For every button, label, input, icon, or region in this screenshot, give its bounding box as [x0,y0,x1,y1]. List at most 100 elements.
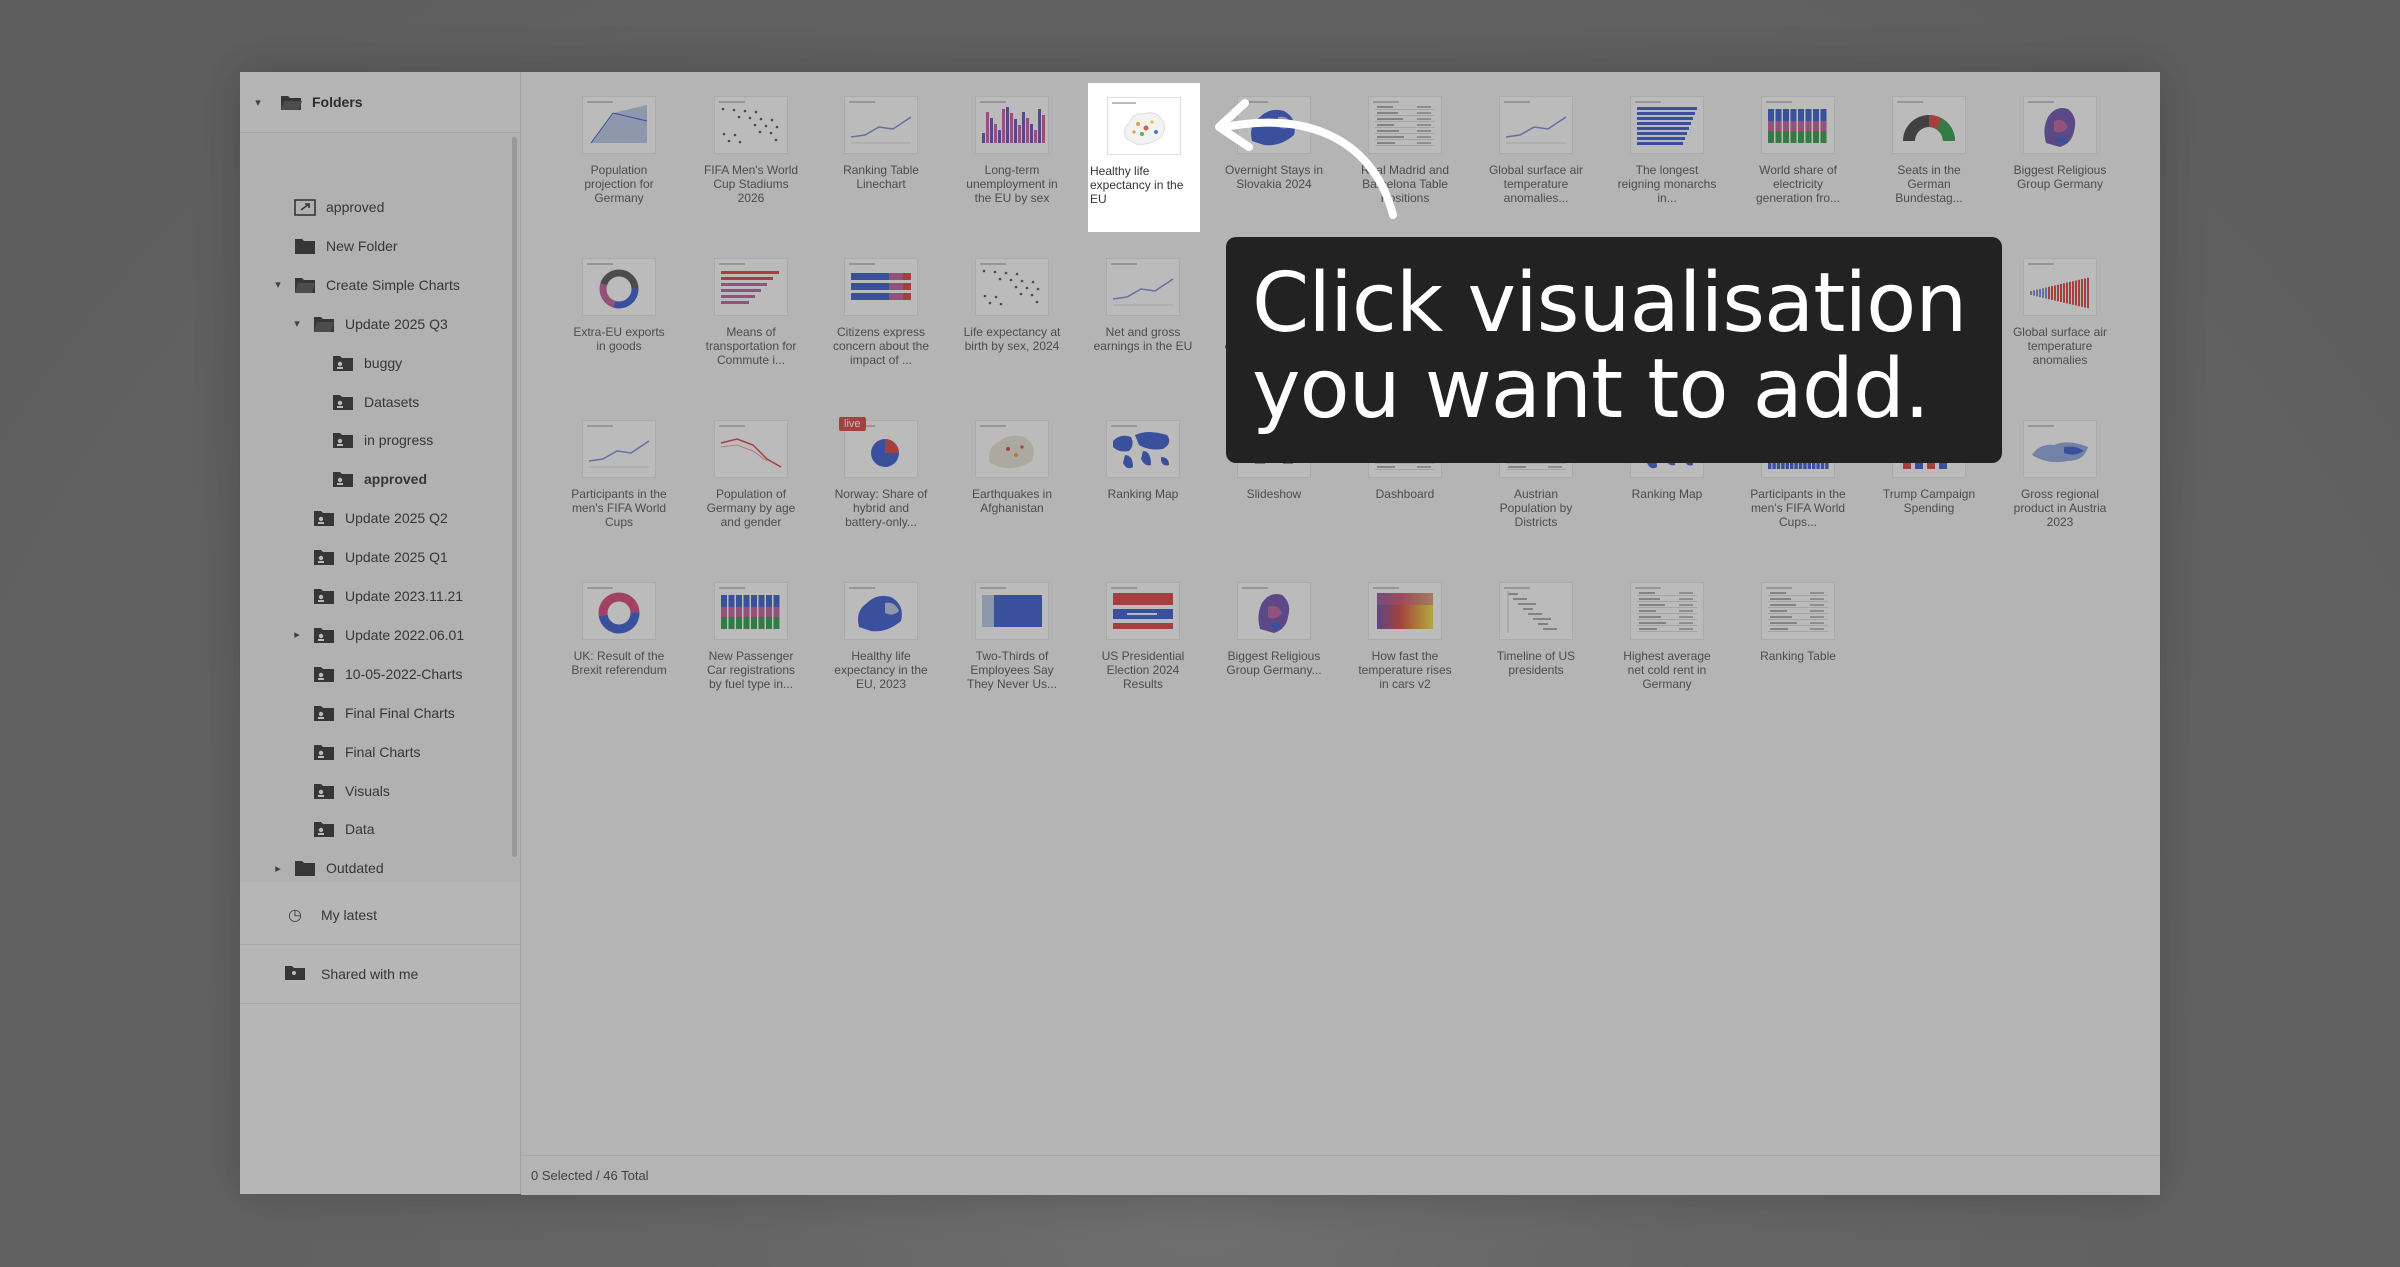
card-label: Ranking Table Linechart [843,163,919,191]
sidebar: ▾ Folders approved New Folder ▾ Create Simp… [240,72,521,1194]
card-thumbnail [582,582,656,640]
visualisation-card[interactable]: Seats in the German Bundestag... [1879,96,1979,205]
visualisation-card[interactable]: Global surface air temperature anomalies… [1486,96,1586,205]
visualisation-card[interactable]: Means of transportation for Commute i... [701,258,801,367]
card-thumbnail [582,258,656,316]
visualisation-card[interactable]: Participants in the men's FIFA World Cup… [569,420,669,529]
sidebar-item-label: Update 2025 Q1 [345,549,448,566]
team-folder-icon [313,743,335,761]
card-label: Citizens express concern about the impac… [832,325,930,367]
sidebar-item-label: Outdated [326,860,384,877]
chevron-right-icon[interactable]: ▸ [289,628,305,641]
visualisation-card[interactable]: Population projection for Germany [569,96,669,205]
shared-with-me-link[interactable]: Shared with me [240,945,520,1004]
card-label: Ranking Map [1631,487,1703,501]
sidebar-item-label: Create Simple Charts [326,276,460,293]
card-label: Ranking Table [1760,649,1836,663]
card-thumbnail [1107,97,1181,155]
visualisation-card[interactable]: Population of Germany by age and gender [701,420,801,529]
my-latest-label: My latest [321,907,378,923]
visualisation-card[interactable]: UK: Result of the Brexit referendum [569,582,669,677]
visualisation-card[interactable]: Long-term unemployment in the EU by sex [962,96,1062,205]
sidebar-item-update-2022-06-01[interactable]: ▸ Update 2022.06.01 [289,618,464,652]
card-label: Population of Germany by age and gender [706,487,796,529]
sidebar-item-update-2025-q1[interactable]: Update 2025 Q1 [289,540,448,574]
card-label: Highest average net cold rent in Germany [1623,649,1711,691]
folders-header[interactable]: ▾ Folders [240,72,520,133]
card-thumbnail [1892,96,1966,154]
card-label: Biggest Religious Group Germany... [1226,649,1322,677]
sidebar-item-visuals[interactable]: Visuals [289,774,390,808]
chevron-down-icon[interactable]: ▾ [270,278,286,291]
selection-footer: 0 Selected / 46 Total [521,1155,2160,1195]
card-label: UK: Result of the Brexit referendum [571,649,667,677]
card-label: Seats in the German Bundestag... [1895,163,1963,205]
visualisation-card[interactable]: New Passenger Car registrations by fuel … [701,582,801,691]
visualisation-card[interactable]: Timeline of US presidents [1486,582,1586,677]
visualisation-card[interactable]: Healthy life expectancy in the EU, 2023 [831,582,931,691]
team-folder-icon [313,820,335,838]
selection-status: 0 Selected / 46 Total [531,1168,649,1183]
sidebar-item-datasets[interactable]: Datasets [308,385,419,419]
card-label: Means of transportation for Commute i... [705,325,797,367]
card-thumbnail [1237,582,1311,640]
visualisation-card[interactable]: Two-Thirds of Employees Say They Never U… [962,582,1062,691]
sidebar-item-data[interactable]: Data [289,812,375,846]
visualisation-card[interactable]: Highest average net cold rent in Germany [1617,582,1717,691]
sidebar-item-label: approved [326,199,385,215]
visualisation-card[interactable]: Gross regional product in Austria 2023 [2010,420,2110,529]
sidebar-item-approved[interactable]: approved [270,190,384,224]
card-label: How fast the temperature rises in cars v… [1358,649,1452,691]
highlighted-card-healthy-life-expectancy[interactable]: Healthy life expectancy in the EU [1090,85,1198,230]
card-thumbnail [2023,258,2097,316]
visualisation-card[interactable]: Earthquakes in Afghanistan [962,420,1062,515]
sidebar-item-update-2025-q2[interactable]: Update 2025 Q2 [289,501,448,535]
tree-scrollbar[interactable] [512,137,517,857]
my-latest-link[interactable]: ◷ My latest [240,886,520,945]
sidebar-item-label: Update 2025 Q2 [345,510,448,527]
visualisation-card[interactable]: Net and gross earnings in the EU [1093,258,1193,353]
sidebar-item-final-final-charts[interactable]: Final Final Charts [289,696,455,730]
visualisation-card[interactable]: Ranking Table Linechart [831,96,931,191]
visualisation-card[interactable]: The longest reigning monarchs in... [1617,96,1717,205]
sidebar-item-create-simple-charts[interactable]: ▾ Create Simple Charts [270,268,460,302]
sidebar-item-label: 10-05-2022-Charts [345,665,463,682]
visualisation-card[interactable]: How fast the temperature rises in cars v… [1355,582,1455,691]
visualisation-card[interactable]: Extra-EU exports in goods [569,258,669,353]
chevron-down-icon[interactable]: ▾ [289,317,305,330]
visualisation-card[interactable]: US Presidential Election 2024 Results [1093,582,1193,691]
sidebar-item-update-2023-11-21[interactable]: Update 2023.11.21 [289,579,463,613]
visualisation-card[interactable]: Citizens express concern about the impac… [831,258,931,367]
folder-open-icon [280,93,302,111]
sidebar-item-update-2025-q3[interactable]: ▾ Update 2025 Q3 [289,307,448,341]
visualisation-card[interactable]: live Norway: Share of hybrid and battery-… [831,417,931,529]
sidebar-item-new-folder[interactable]: New Folder [270,229,398,263]
card-thumbnail [1106,258,1180,316]
visualisation-card[interactable]: Ranking Table [1748,582,1848,663]
sidebar-item-in-progress[interactable]: in progress [308,423,433,457]
visualisation-card[interactable]: Life expectancy at birth by sex, 2024 [962,258,1062,353]
visualisation-card[interactable]: Global surface air temperature anomalies [2010,258,2110,367]
sidebar-item-10-05-2022-charts[interactable]: 10-05-2022-Charts [289,657,463,691]
sidebar-item-label: New Folder [326,237,398,254]
card-thumbnail [2023,96,2097,154]
team-folder-icon [332,393,354,411]
sidebar-item-outdated[interactable]: ▸ Outdated [270,851,384,882]
sidebar-item-final-charts[interactable]: Final Charts [289,735,420,769]
visualisation-card[interactable]: Biggest Religious Group Germany... [1224,582,1324,677]
card-label: Dashboard [1375,487,1435,501]
card-thumbnail [714,258,788,316]
card-thumbnail [1499,96,1573,154]
sidebar-item-buggy[interactable]: buggy [308,346,402,380]
visualisation-card[interactable]: World share of electricity generation fr… [1748,96,1848,205]
card-label: Long-term unemployment in the EU by sex [966,163,1058,205]
visualisation-card[interactable]: Biggest Religious Group Germany [2010,96,2110,191]
sidebar-item-label: in progress [364,432,434,449]
card-thumbnail [582,96,656,154]
visualisation-card[interactable]: Ranking Map [1093,420,1193,501]
visualisation-card[interactable]: FIFA Men's World Cup Stadiums 2026 [701,96,801,205]
card-thumbnail [1630,582,1704,640]
chevron-down-icon[interactable]: ▾ [250,96,266,109]
sidebar-item-approved[interactable]: approved [308,462,427,496]
chevron-right-icon[interactable]: ▸ [270,862,286,875]
